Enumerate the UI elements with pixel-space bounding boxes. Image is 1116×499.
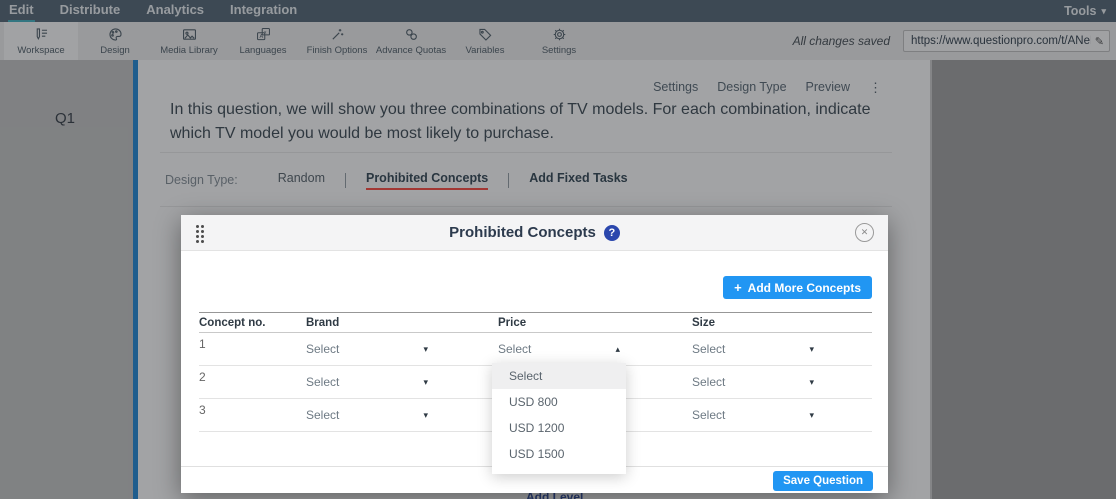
select-value: Select: [692, 375, 725, 389]
select-value: Select: [306, 375, 339, 389]
chevron-down-icon: ▾: [423, 411, 428, 420]
modal-title: Prohibited Concepts: [449, 224, 596, 241]
size-select-row-2[interactable]: Select ▾: [692, 375, 814, 389]
prohibited-concepts-modal: Prohibited Concepts ? ✕ + Add More Conce…: [181, 215, 888, 493]
chevron-down-icon: ▾: [809, 378, 814, 387]
dropdown-option-select[interactable]: Select: [492, 363, 626, 389]
questionpro-editor: Edit Distribute Analytics Integration To…: [0, 0, 1116, 499]
size-select-row-1[interactable]: Select ▾: [692, 342, 814, 356]
chevron-down-icon: ▾: [809, 411, 814, 420]
select-value: Select: [306, 342, 339, 356]
table-row: 1 Select ▾ Select ▴ Select ▾: [199, 333, 872, 366]
brand-select-row-2[interactable]: Select ▾: [306, 375, 428, 389]
column-header-size: Size: [692, 317, 872, 329]
select-value: Select: [306, 408, 339, 422]
select-value: Select: [692, 408, 725, 422]
chevron-up-icon: ▴: [615, 345, 620, 354]
chevron-down-icon: ▾: [423, 345, 428, 354]
column-header-concept-no: Concept no.: [199, 317, 306, 329]
column-header-brand: Brand: [306, 317, 498, 329]
price-select-row-1[interactable]: Select ▴: [498, 342, 620, 356]
save-question-button[interactable]: Save Question: [773, 471, 873, 491]
select-value: Select: [498, 342, 531, 356]
price-dropdown: Select USD 800 USD 1200 USD 1500: [492, 363, 626, 474]
table-header-row: Concept no. Brand Price Size: [199, 312, 872, 333]
concept-number: 2: [199, 366, 306, 384]
chevron-down-icon: ▾: [423, 378, 428, 387]
concept-number: 3: [199, 399, 306, 417]
dropdown-option-usd-800[interactable]: USD 800: [492, 389, 626, 415]
add-more-concepts-button[interactable]: + Add More Concepts: [723, 276, 872, 299]
close-icon[interactable]: ✕: [855, 223, 874, 242]
help-icon[interactable]: ?: [604, 225, 620, 241]
size-select-row-3[interactable]: Select ▾: [692, 408, 814, 422]
dropdown-option-usd-1500[interactable]: USD 1500: [492, 441, 626, 467]
select-value: Select: [692, 342, 725, 356]
modal-header: Prohibited Concepts ? ✕: [181, 215, 888, 251]
brand-select-row-3[interactable]: Select ▾: [306, 408, 428, 422]
drag-handle-icon[interactable]: [196, 225, 204, 243]
column-header-price: Price: [498, 317, 692, 329]
brand-select-row-1[interactable]: Select ▾: [306, 342, 428, 356]
chevron-down-icon: ▾: [809, 345, 814, 354]
plus-icon: +: [734, 281, 742, 294]
concept-number: 1: [199, 333, 306, 351]
dropdown-option-usd-1200[interactable]: USD 1200: [492, 415, 626, 441]
add-more-concepts-label: Add More Concepts: [748, 281, 861, 295]
